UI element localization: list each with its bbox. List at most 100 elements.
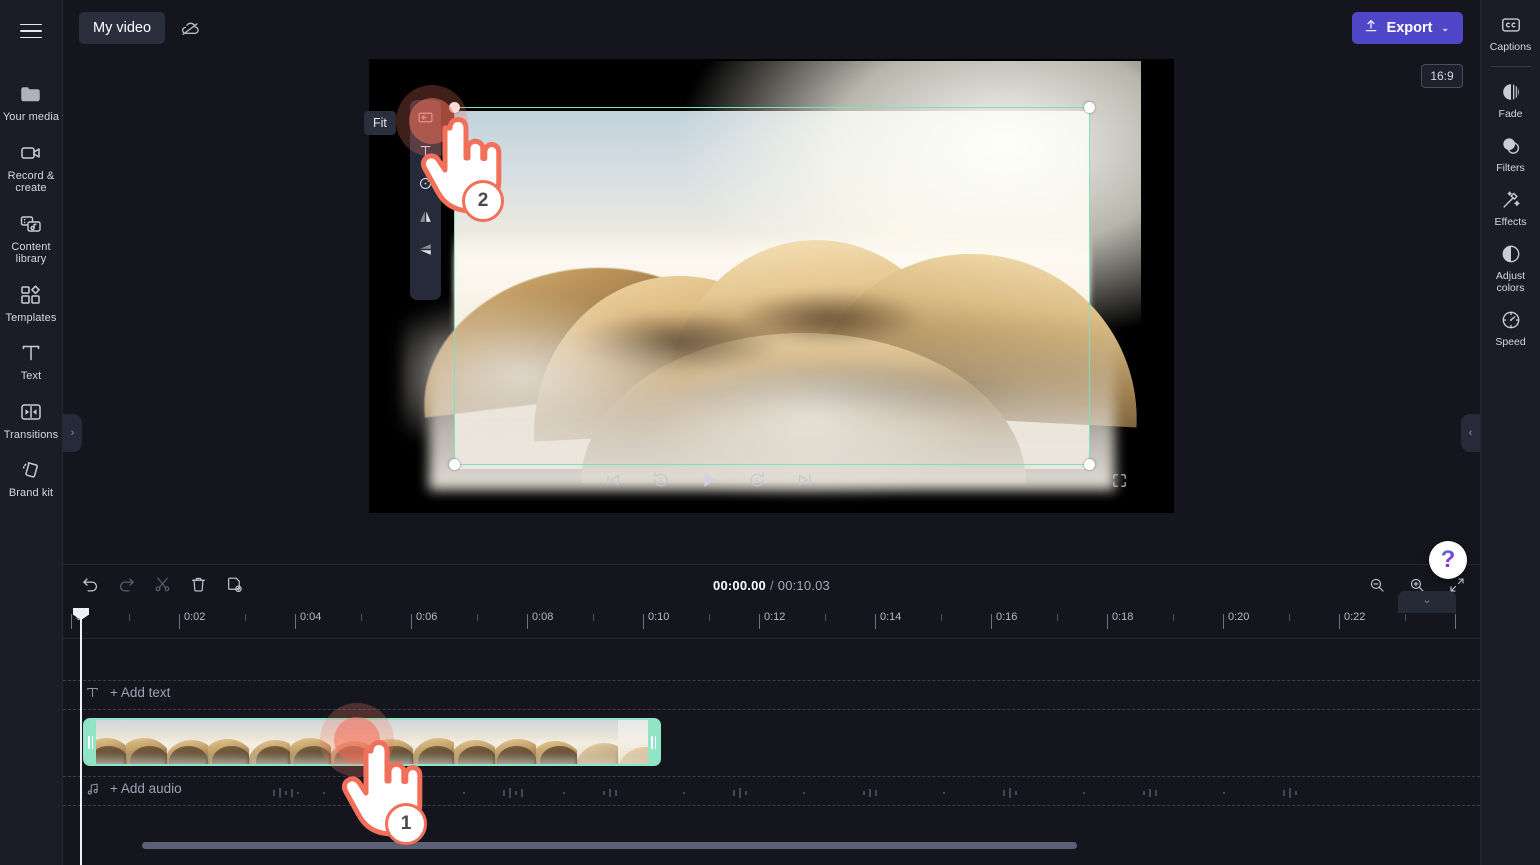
ruler-label: 0:10 [648,611,670,623]
video-clip[interactable] [83,718,661,766]
fade-icon [1500,81,1522,103]
sidebar-divider [1490,66,1531,67]
step-badge-1: 1 [385,803,427,845]
transform-button[interactable] [413,140,438,165]
sidebar-item-brand-kit[interactable]: Brand kit [0,450,63,509]
right-item-captions[interactable]: Captions [1481,6,1540,60]
left-panel-expand-toggle[interactable]: › [63,414,82,452]
step-number: 2 [477,190,489,211]
delete-button[interactable] [185,574,211,600]
ruler-baseline [63,638,1480,639]
sidebar-item-templates[interactable]: Templates [0,275,63,334]
clip-thumbnail [331,720,372,764]
ruler-tick-minor [477,614,478,621]
ruler-tick-minor [941,614,942,621]
right-panel-collapse-toggle[interactable]: ‹ [1461,414,1480,452]
right-item-speed[interactable]: Speed [1481,301,1540,355]
ruler-label: 0:18 [1112,611,1134,623]
split-button[interactable] [149,574,175,600]
help-button[interactable]: ? [1429,541,1467,579]
ruler-tick-minor [1405,614,1406,621]
skip-to-end-button[interactable] [791,468,819,496]
resize-handle-top-right[interactable] [1084,102,1095,113]
video-canvas[interactable] [369,59,1174,513]
rotate-icon [417,175,434,197]
project-name-input[interactable]: My video [79,12,166,44]
fit-screen-icon [417,109,434,131]
right-item-label: Speed [1495,336,1526,348]
fit-crop-button[interactable] [413,107,438,132]
duplicate-button[interactable] [221,574,247,600]
right-sidebar: Captions Fade Filters Effects Adjust col… [1480,0,1540,865]
right-item-filters[interactable]: Filters [1481,127,1540,181]
play-button[interactable] [695,468,723,496]
clip-thumbnail [290,720,331,764]
timeline-ruler[interactable]: 0 0:02 0:04 0:06 0:08 0:10 0:12 0:14 0:1 [63,608,1480,639]
clip-thumbnail [372,720,413,764]
right-item-adjust-colors[interactable]: Adjust colors [1481,235,1540,301]
sidebar-item-content-library[interactable]: Content library [0,204,63,275]
text-transform-icon [417,142,434,164]
current-time: 00:00.00 [713,578,766,593]
add-audio-button[interactable]: + Add audio [85,781,182,796]
effects-wand-icon [1500,189,1522,211]
resize-handle-top-left[interactable] [449,102,460,113]
flip-vertical-icon [417,241,434,263]
ruler-tick-minor [129,614,130,621]
sidebar-item-transitions[interactable]: Transitions [0,392,63,451]
fullscreen-button[interactable] [1108,472,1130,494]
timeline-scrollbar-track [63,842,1480,857]
zoom-out-button[interactable] [1364,574,1390,600]
sidebar-item-label: Content library [11,240,51,266]
svg-text:5: 5 [755,477,759,484]
sidebar-item-your-media[interactable]: Your media [0,74,63,133]
clip-trim-handle-right[interactable] [648,720,659,764]
text-track[interactable]: + Add text [63,680,1480,710]
scissors-icon [153,575,172,599]
hamburger-menu-icon[interactable] [8,8,54,54]
skip-to-start-button[interactable] [599,468,627,496]
sidebar-item-text[interactable]: Text [0,333,63,392]
export-button[interactable]: Export ⌄ [1351,12,1463,44]
filters-icon [1500,135,1522,157]
forward-5-button[interactable]: 5 [743,468,771,496]
skip-to-end-icon [795,470,815,495]
clip-thumbnail [536,720,577,764]
content-library-icon [19,212,43,236]
closed-captions-icon [1500,14,1522,36]
left-sidebar-items: Your media Record & create Content libra… [0,74,62,509]
cloud-off-icon[interactable] [173,12,207,44]
rewind-5-button[interactable]: 5 [647,468,675,496]
sidebar-item-label: Transitions [3,428,59,441]
resize-handle-bottom-left[interactable] [449,459,460,470]
audio-track[interactable]: + Add audio [63,776,1480,806]
timeline[interactable]: 0 0:02 0:04 0:06 0:08 0:10 0:12 0:14 0:1 [63,608,1480,865]
ruler-tick-minor [1289,614,1290,621]
rotate-button[interactable] [413,173,438,198]
resize-handle-bottom-right[interactable] [1084,459,1095,470]
ruler-tick-minor [1173,614,1174,621]
ruler-tick-minor [709,614,710,621]
redo-button[interactable] [113,574,139,600]
sidebar-item-label: Templates [5,311,57,324]
preview-collapse-tab[interactable]: ⌄ [1398,591,1456,613]
right-item-effects[interactable]: Effects [1481,181,1540,235]
clip-thumbnail [495,720,536,764]
undo-button[interactable] [77,574,103,600]
ruler-tick-minor [245,614,246,621]
timeline-playhead[interactable] [73,608,89,865]
sidebar-item-label: Your media [2,111,60,123]
total-time: 00:10.03 [777,578,830,593]
clip-trim-handle-left[interactable] [85,720,96,764]
brand-kit-icon [19,458,43,482]
flip-horizontal-button[interactable] [413,206,438,231]
sidebar-item-label: Brand kit [8,487,54,499]
right-item-fade[interactable]: Fade [1481,73,1540,127]
sidebar-item-record-create[interactable]: Record & create [0,133,63,204]
timeline-horizontal-scrollbar[interactable] [142,842,1077,849]
text-track-icon [85,685,100,700]
flip-vertical-button[interactable] [413,239,438,264]
aspect-ratio-badge[interactable]: 16:9 [1421,64,1463,88]
add-text-button[interactable]: + Add text [85,685,170,700]
clip-thumbnails [85,720,659,764]
